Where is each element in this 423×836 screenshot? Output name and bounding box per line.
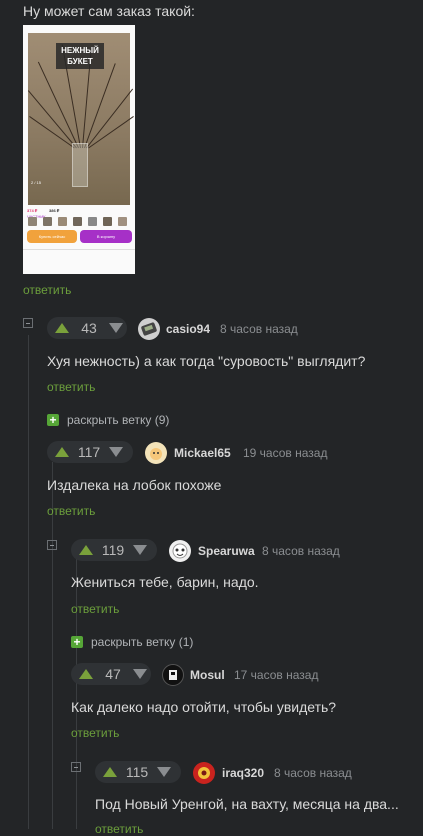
upvote-icon[interactable] [55,447,69,457]
post-reply-link[interactable]: ответить [23,283,71,297]
comment-score: 119 [101,542,125,558]
comment-text: Под Новый Уренгой, на вахту, месяца на д… [95,796,399,812]
downvote-icon[interactable] [133,669,147,679]
reply-link[interactable]: ответить [95,822,143,836]
reply-link[interactable]: ответить [47,504,95,518]
avatar[interactable] [169,540,191,562]
comment-time: 17 часов назад [234,668,319,682]
comment-time: 8 часов назад [262,544,340,558]
upvote-icon[interactable] [55,323,69,333]
comment-score: 117 [77,444,101,460]
image-counter: 2 / 15 [31,180,42,185]
comment-text: Жениться тебе, барин, надо. [71,574,259,590]
avatar[interactable] [193,762,215,784]
collapse-toggle[interactable] [47,540,57,550]
post-caption: Ну может сам заказ такой: [23,3,195,19]
collapse-toggle[interactable] [23,318,33,328]
bouquet-title: НЕЖНЫЙ БУКЕТ [56,43,104,69]
expand-thread-link[interactable]: раскрыть ветку (9) [67,413,169,427]
avatar[interactable] [162,664,184,686]
comment-username[interactable]: iraq320 [222,766,264,780]
downvote-icon[interactable] [157,767,171,777]
comment-username[interactable]: Mosul [190,668,225,682]
bottom-nav [23,249,135,274]
avatar[interactable] [145,442,167,464]
buy-now-button[interactable]: Купить сейчас [27,230,77,243]
collapse-toggle[interactable] [71,762,81,772]
comment-text: Хуя нежность) а как тогда "суровость" вы… [47,353,366,369]
reply-link[interactable]: ответить [71,726,119,740]
add-to-cart-button[interactable]: В корзину [80,230,132,243]
comment-score: 115 [125,764,149,780]
avatar[interactable] [138,318,160,340]
vote-widget: 47 [71,663,151,685]
comment-username[interactable]: Spearuwa [198,544,255,558]
vote-widget: 119 [71,539,157,561]
comment-score: 47 [105,666,121,682]
expand-icon[interactable]: + [47,414,59,426]
downvote-icon[interactable] [133,545,147,555]
upvote-icon[interactable] [79,669,93,679]
reply-link[interactable]: ответить [47,380,95,394]
comment-time: 8 часов назад [220,322,298,336]
comment-text: Как далеко надо отойти, чтобы увидеть? [71,699,337,715]
price-current: 374 ₽ [27,208,38,213]
bouquet-photo: НЕЖНЫЙ БУКЕТ 2 / 15 [27,33,134,205]
downvote-icon[interactable] [109,323,123,333]
expand-icon[interactable]: + [71,636,83,648]
expand-thread-link[interactable]: раскрыть ветку (1) [91,635,193,649]
comment-time: 19 часов назад [243,446,328,460]
post-image[interactable]: НЕЖНЫЙ БУКЕТ 2 / 15 374 ₽ 386 ₽ ЧАСТНИК … [23,25,135,274]
upvote-icon[interactable] [79,545,93,555]
comment-score: 43 [81,320,97,336]
vote-widget: 117 [47,441,133,463]
comment-username[interactable]: Mickael65 [174,446,231,460]
reply-link[interactable]: ответить [71,602,119,616]
comment-text: Издалека на лобок похоже [47,477,222,493]
price-alt: 386 ₽ [49,208,60,213]
comment-time: 8 часов назад [274,766,352,780]
downvote-icon[interactable] [109,447,123,457]
vote-widget: 43 [47,317,127,339]
vote-widget: 115 [95,761,181,783]
upvote-icon[interactable] [103,767,117,777]
comment-username[interactable]: casio94 [166,322,210,336]
